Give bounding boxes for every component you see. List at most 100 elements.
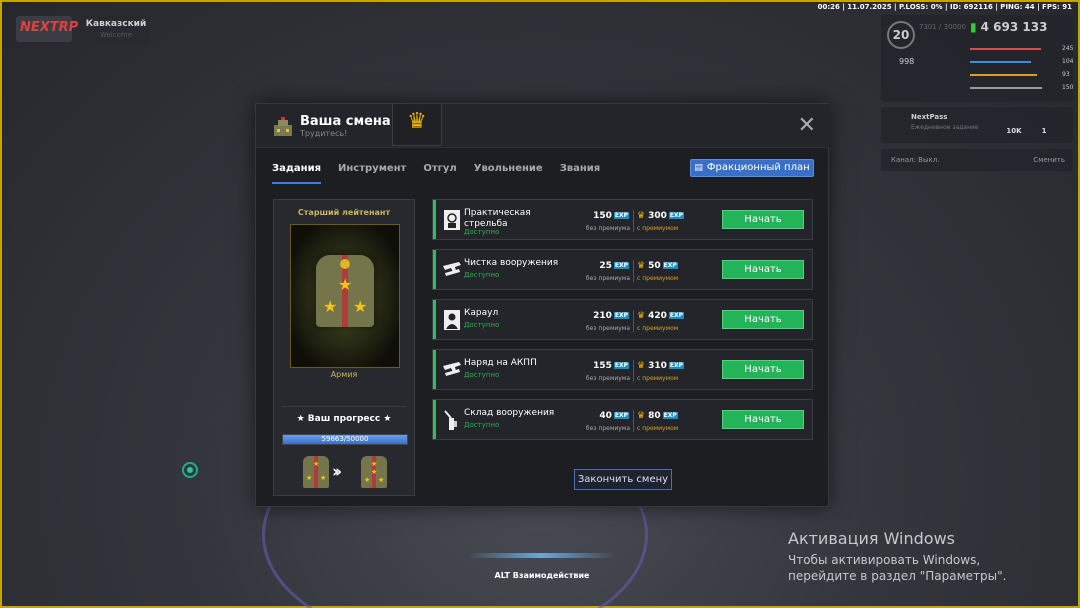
next-rank-icon: ★ ★ ★ ★: [361, 456, 387, 488]
task-status-marker: [433, 350, 436, 389]
premium-label: с премиумом: [637, 375, 679, 382]
stat-bar: [970, 61, 1031, 63]
stat-bar: [970, 74, 1037, 76]
nextpass-sub: Ежедневное задание: [911, 124, 979, 131]
faction-plan-button[interactable]: ▤ Фракционный план: [690, 159, 814, 177]
crown-icon: ♛: [637, 261, 646, 271]
close-button[interactable]: ✕: [798, 115, 816, 137]
task-reward: 210 EXP: [593, 311, 629, 321]
no-premium-label: без премиума: [585, 325, 630, 332]
nextpass-reward-gold: 1: [1041, 127, 1047, 135]
task-row: Наряд на АКПП Доступно 155 EXP без премиума ♛…: [432, 349, 813, 390]
modal-header: Ваша смена Трудитесь! ♛ ✕: [256, 104, 830, 148]
cash-icon: ▮: [970, 20, 977, 34]
windows-activation: Активация Windows Чтобы активировать Win…: [788, 529, 1048, 584]
start-task-button[interactable]: Начать: [722, 310, 804, 329]
tab-0[interactable]: Задания: [272, 161, 322, 184]
no-premium-label: без премиума: [585, 275, 630, 282]
stat-value: 245: [1062, 45, 1074, 52]
task-status: Доступно: [464, 271, 500, 279]
channel-switch[interactable]: Сменить: [1033, 156, 1065, 164]
task-status-marker: [433, 200, 436, 239]
task-status-marker: [433, 300, 436, 339]
premium-label: с премиумом: [637, 275, 679, 282]
premium-badge[interactable]: ♛: [392, 104, 442, 146]
progress-bar: 59663/50000: [282, 434, 408, 445]
server-logo: NEXTRP: [16, 16, 78, 42]
current-rank-icon: ★ ★ ★: [303, 456, 329, 488]
minimap-marker: [182, 462, 198, 478]
barracks-icon: [274, 117, 292, 136]
crown-icon: ♛: [407, 109, 427, 134]
guard-icon: [442, 309, 462, 331]
start-task-button[interactable]: Начать: [722, 260, 804, 279]
money-display: ▮ 4 693 133: [970, 20, 1048, 34]
stat-value: 104: [1062, 58, 1074, 65]
tab-3[interactable]: Увольнение: [474, 161, 543, 182]
task-row: Караул Доступно 210 EXP без премиума ♛ 420 EXP с…: [432, 299, 813, 340]
interaction-bar: [468, 553, 614, 558]
task-name: Практическая стрельба: [464, 208, 531, 229]
start-task-button[interactable]: Начать: [722, 360, 804, 379]
premium-label: с премиумом: [637, 425, 679, 432]
server-badge: Кавказский Welcome: [82, 16, 150, 44]
task-reward: 25 EXP: [599, 261, 629, 271]
premium-label: с премиумом: [637, 225, 679, 232]
progress-label: ★ Ваш прогресс ★: [296, 414, 392, 424]
voice-channel[interactable]: Канал: Выкл. Сменить: [881, 149, 1073, 171]
rank-title: Старший лейтенант: [297, 208, 391, 217]
stat-value: 93: [1062, 71, 1070, 78]
crown-icon: ♛: [637, 211, 646, 221]
server-name: Кавказский: [85, 19, 147, 29]
xp-counter: 7301 / 30000: [919, 23, 966, 31]
task-premium-reward: ♛ 420 EXP: [637, 311, 684, 321]
task-status-marker: [433, 400, 436, 439]
document-icon: ▤: [694, 163, 703, 173]
no-premium-label: без премиума: [585, 425, 630, 432]
modal-title: Ваша смена: [300, 114, 391, 129]
task-reward: 40 EXP: [599, 411, 629, 421]
stat-bar: [970, 48, 1041, 50]
no-premium-label: без премиума: [585, 375, 630, 382]
task-status: Доступно: [464, 321, 500, 329]
nextpass-title: NextPass: [911, 113, 948, 121]
tab-1[interactable]: Инструмент: [338, 161, 406, 182]
task-status: Доступно: [464, 421, 500, 429]
task-premium-reward: ♛ 310 EXP: [637, 361, 684, 371]
stat-bar: [970, 87, 1042, 89]
rifle-icon: [442, 259, 462, 281]
task-status: Доступно: [464, 228, 500, 236]
coins-display: 998: [899, 57, 915, 66]
task-name: Наряд на АКПП: [464, 358, 537, 368]
rank-panel: Старший лейтенант ★ ★ ★ Армия ★ Ваш прог…: [273, 199, 415, 496]
task-premium-reward: ♛ 50 EXP: [637, 261, 678, 271]
no-premium-label: без премиума: [585, 225, 630, 232]
channel-label: Канал: Выкл.: [891, 156, 940, 164]
next-rank-arrow-icon: ››: [332, 462, 342, 482]
rank-branch: Армия: [330, 370, 358, 379]
modal-tabs: Задания Инструмент Отгул Увольнение Звания: [272, 161, 617, 185]
tab-4[interactable]: Звания: [560, 161, 601, 182]
task-premium-reward: ♛ 300 EXP: [637, 211, 684, 221]
tab-2[interactable]: Отгул: [423, 161, 456, 182]
server-sub: Welcome: [99, 31, 133, 39]
crown-icon: ♛: [637, 311, 646, 321]
nextpass-reward-cash: 10K: [1006, 127, 1022, 135]
shift-modal: Ваша смена Трудитесь! ♛ ✕ Задания Инструм…: [255, 103, 830, 507]
start-task-button[interactable]: Начать: [722, 210, 804, 229]
crown-icon: ♛: [637, 361, 646, 371]
task-status: Доступно: [464, 371, 500, 379]
shoulder-strap-icon: ★ ★ ★: [316, 255, 374, 327]
nextpass-panel[interactable]: NextPass Ежедневное задание 10K 1: [881, 107, 1073, 143]
stat-value: 150: [1062, 84, 1074, 91]
premium-label: с премиумом: [637, 325, 679, 332]
windows-activation-text: Чтобы активировать Windows, перейдите в …: [788, 553, 1007, 583]
task-reward: 150 EXP: [593, 211, 629, 221]
start-task-button[interactable]: Начать: [722, 410, 804, 429]
finish-shift-button[interactable]: Закончить смену: [574, 469, 672, 490]
modal-subtitle: Трудитесь!: [300, 129, 348, 138]
task-row: Склад вооружения Доступно 40 EXP без премиум…: [432, 399, 813, 440]
task-reward: 155 EXP: [593, 361, 629, 371]
task-premium-reward: ♛ 80 EXP: [637, 411, 678, 421]
level-badge: 20: [887, 21, 915, 49]
